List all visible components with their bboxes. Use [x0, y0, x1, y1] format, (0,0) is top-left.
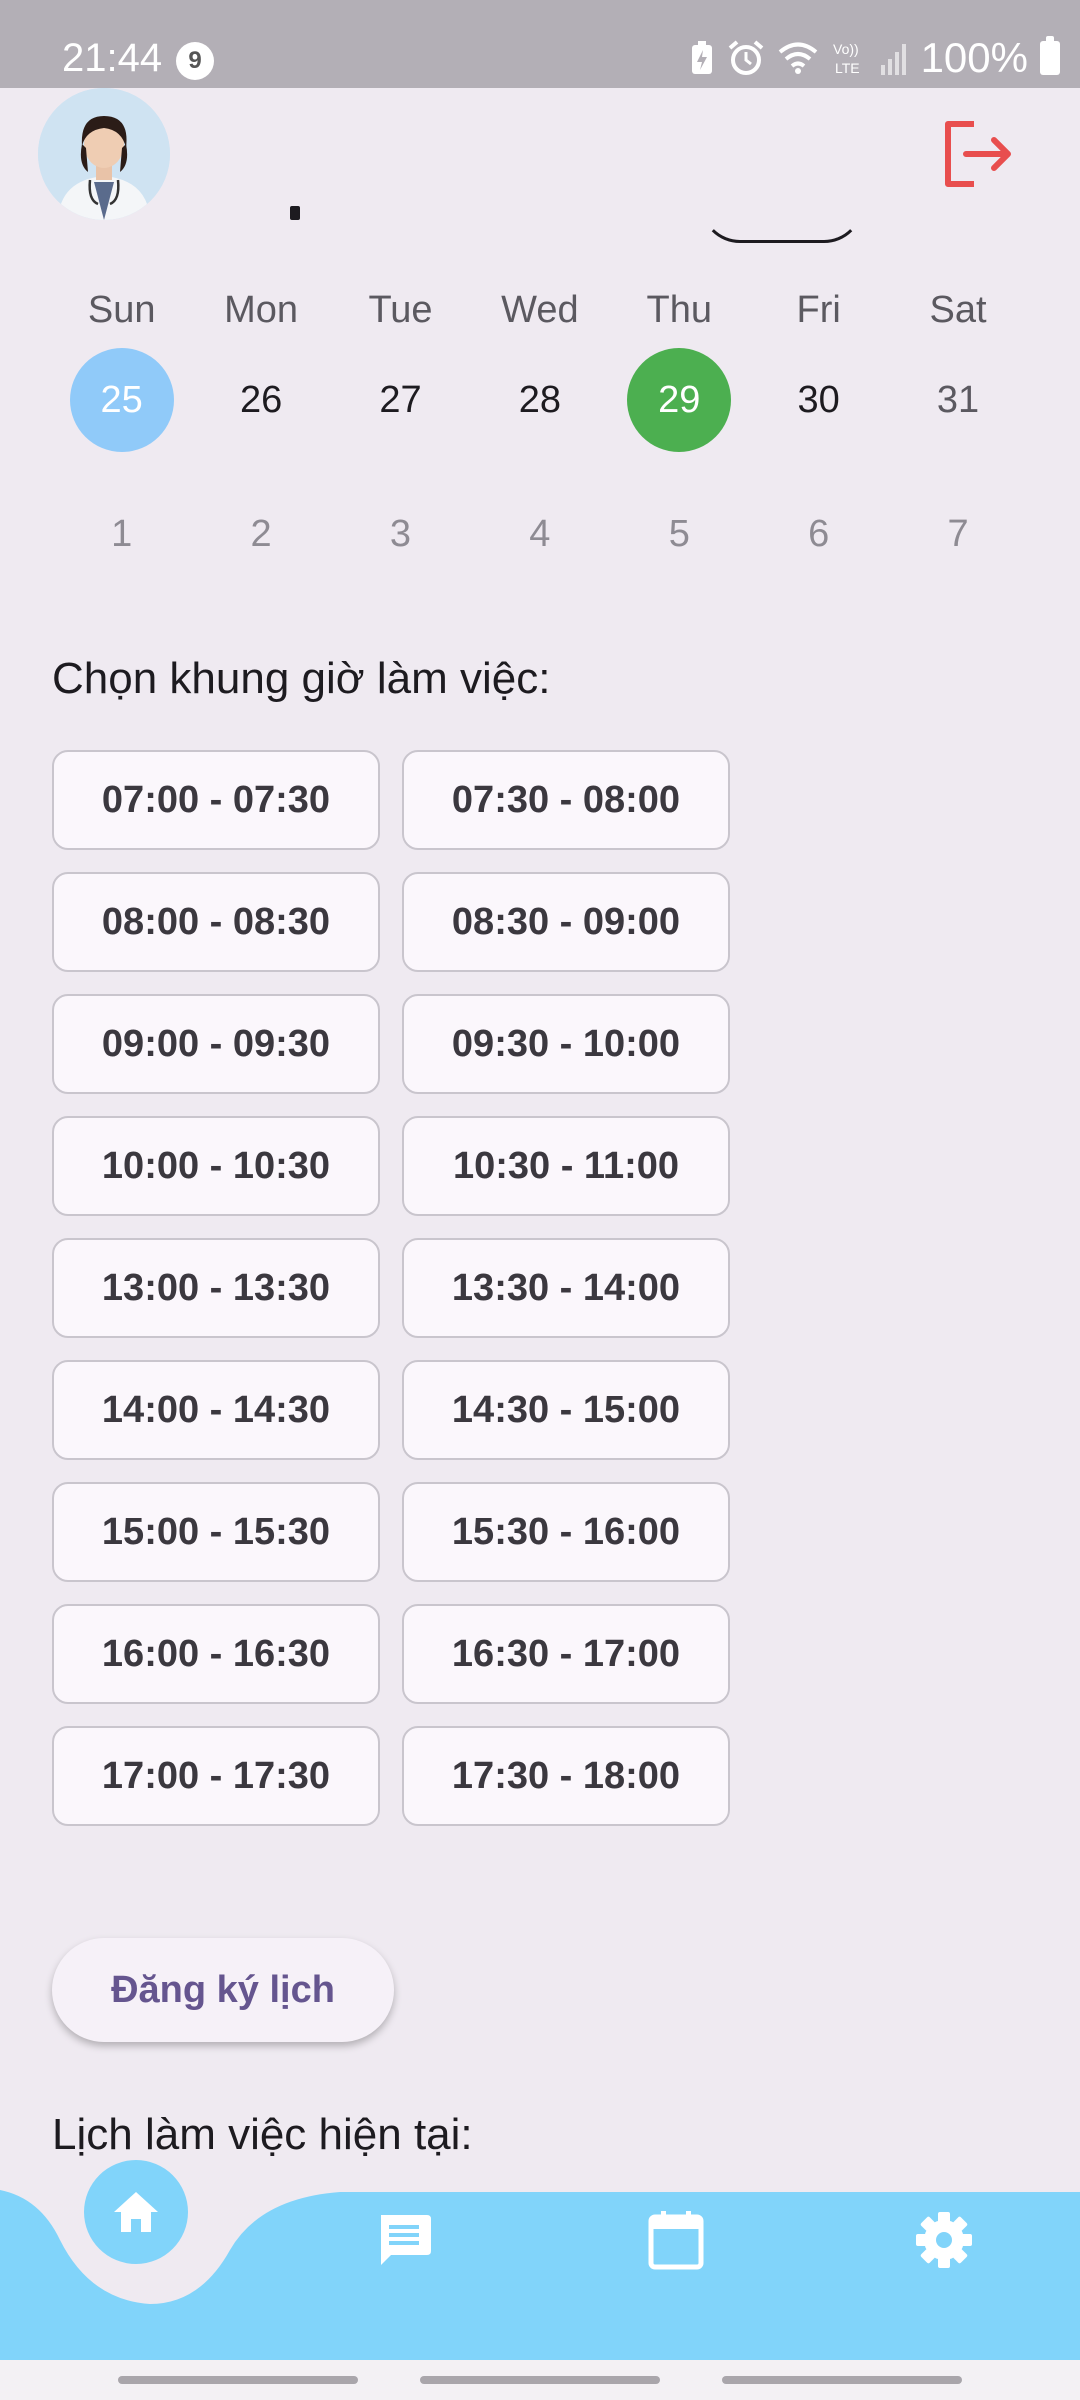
slot-section-title: Chọn khung giờ làm việc:	[52, 654, 551, 703]
calendar-day[interactable]: 30	[749, 348, 888, 452]
day-number: 31	[936, 379, 980, 421]
calendar: Sun Mon Tue Wed Thu Fri Sat 25 26 27 28 …	[52, 272, 1028, 586]
register-schedule-button[interactable]: Đăng ký lịch	[52, 1938, 394, 2042]
day-number: 28	[518, 379, 561, 421]
nav-calendar-button[interactable]	[636, 2200, 716, 2280]
time-slot-button[interactable]: 17:30 - 18:00	[402, 1726, 730, 1826]
status-bar: 21:44 9 Vo)) LTE 100%	[0, 0, 1080, 88]
signal-icon	[880, 44, 906, 75]
weekday-label: Mon	[224, 289, 299, 331]
calendar-day[interactable]: 26	[191, 348, 330, 452]
home-icon	[114, 2192, 158, 2232]
chat-icon	[381, 2215, 431, 2265]
svg-text:Vo)): Vo))	[833, 41, 859, 57]
day-number: 30	[797, 379, 840, 421]
time-slot-button[interactable]: 10:00 - 10:30	[52, 1116, 380, 1216]
time-slot-button[interactable]: 16:00 - 16:30	[52, 1604, 380, 1704]
time-slot-button[interactable]: 14:00 - 14:30	[52, 1360, 380, 1460]
calendar-day[interactable]: 31	[888, 348, 1027, 452]
time-slot-button[interactable]: 13:30 - 14:00	[402, 1238, 730, 1338]
doctor-avatar-image	[38, 88, 170, 220]
svg-text:LTE: LTE	[835, 60, 860, 76]
day-number: 26	[239, 379, 283, 421]
time-slot-button[interactable]: 15:00 - 15:30	[52, 1482, 380, 1582]
settings-icon	[916, 2212, 972, 2268]
calendar-day-next-month[interactable]: 7	[888, 482, 1027, 586]
time-slot-button[interactable]: 09:30 - 10:00	[402, 994, 730, 1094]
weekday-label: Fri	[796, 289, 841, 331]
time-slot-button[interactable]: 08:00 - 08:30	[52, 872, 380, 972]
calendar-day-next-month[interactable]: 3	[331, 482, 470, 586]
time-slot-button[interactable]: 08:30 - 09:00	[402, 872, 730, 972]
current-schedule-title: Lịch làm việc hiện tại:	[52, 2110, 473, 2159]
calendar-day-next-month[interactable]: 4	[470, 482, 609, 586]
weekday-label: Tue	[368, 289, 433, 331]
weekday-label: Sun	[87, 289, 156, 331]
time-slot-button[interactable]: 14:30 - 15:00	[402, 1360, 730, 1460]
avatar[interactable]	[38, 88, 170, 220]
weekday-header: Sun Mon Tue Wed Thu Fri Sat	[52, 272, 1028, 348]
gesture-segment[interactable]	[118, 2376, 358, 2384]
nav-chat-button[interactable]	[364, 2200, 444, 2280]
calendar-week: 25 26 27 28 29 30 31	[52, 348, 1028, 452]
calendar-day[interactable]: 27	[331, 348, 470, 452]
calendar-day-selected[interactable]: 29	[610, 348, 749, 452]
weekday-label: Wed	[501, 289, 579, 331]
calendar-icon	[648, 2211, 704, 2270]
weekday-label: Sat	[929, 289, 987, 331]
calendar-day-next-month[interactable]: 5	[610, 482, 749, 586]
nav-settings-button[interactable]	[904, 2200, 984, 2280]
battery-icon	[1040, 36, 1060, 75]
time-slot-button[interactable]: 10:30 - 11:00	[402, 1116, 730, 1216]
notification-count-badge: 9	[176, 42, 214, 80]
calendar-day-next-month[interactable]: 1	[52, 482, 191, 586]
logout-icon[interactable]	[940, 118, 1016, 190]
calendar-day-today[interactable]: 25	[52, 348, 191, 452]
time-slot-button[interactable]: 16:30 - 17:00	[402, 1604, 730, 1704]
gesture-segment[interactable]	[420, 2376, 660, 2384]
time-slot-button[interactable]: 09:00 - 09:30	[52, 994, 380, 1094]
battery-saver-icon	[691, 41, 712, 74]
weekday-label: Thu	[646, 289, 712, 331]
battery-percentage: 100%	[920, 34, 1028, 81]
status-icons: Vo)) LTE 100%	[689, 34, 1060, 82]
time-slot-button[interactable]: 13:00 - 13:30	[52, 1238, 380, 1338]
day-number: 29	[658, 379, 701, 421]
calendar-day-next-month[interactable]: 2	[191, 482, 330, 586]
wifi-icon	[778, 42, 817, 74]
cut-off-text	[290, 206, 300, 220]
system-gesture-bar	[0, 2360, 1080, 2400]
day-number: 25	[100, 379, 143, 421]
status-time: 21:44	[62, 36, 163, 80]
time-slot-button[interactable]: 15:30 - 16:00	[402, 1482, 730, 1582]
alarm-icon	[728, 40, 763, 75]
gesture-segment[interactable]	[722, 2376, 962, 2384]
month-selector-button[interactable]	[700, 160, 864, 243]
day-number: 27	[379, 379, 422, 421]
time-slot-button[interactable]: 07:30 - 08:00	[402, 750, 730, 850]
calendar-day[interactable]: 28	[470, 348, 609, 452]
nav-home-button[interactable]	[84, 2160, 188, 2264]
time-slot-grid: 07:00 - 07:30 07:30 - 08:00 08:00 - 08:3…	[52, 750, 732, 1826]
time-slot-button[interactable]: 17:00 - 17:30	[52, 1726, 380, 1826]
calendar-day-next-month[interactable]: 6	[749, 482, 888, 586]
volte-icon: Vo)) LTE	[833, 41, 860, 76]
time-slot-button[interactable]: 07:00 - 07:30	[52, 750, 380, 850]
calendar-week-next: 1 2 3 4 5 6 7	[52, 482, 1028, 586]
